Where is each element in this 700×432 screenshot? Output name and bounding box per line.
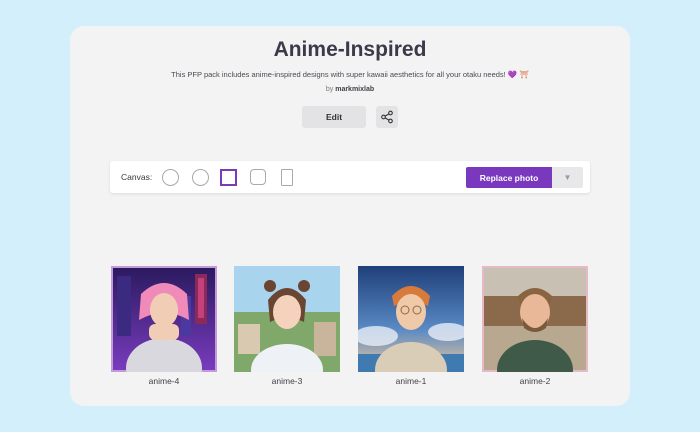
canvas-toolbar: Canvas: Replace photo ▼ [110,161,590,193]
gallery-item-anime-2[interactable]: anime-2 [482,266,588,386]
page-title: Anime-Inspired [273,38,427,61]
canvas-shape-portrait[interactable] [281,169,293,186]
replace-photo-button[interactable]: Replace photo [466,167,552,188]
gallery-label: anime-4 [148,376,180,386]
canvas-shape-rounded-square[interactable] [250,169,266,185]
byline-prefix: by [325,86,334,93]
gallery-label: anime-1 [395,376,427,386]
share-button[interactable] [376,106,398,128]
pack-description: This PFP pack includes anime-inspired de… [70,70,630,79]
gallery-label: anime-3 [271,376,303,386]
gallery-label: anime-2 [519,376,551,386]
purple-heart-emoji: 💜 [507,70,518,79]
canvas-shape-circle-alt[interactable] [192,169,209,186]
pack-card: Anime-Inspired This PFP pack includes an… [70,26,630,406]
torii-gate-emoji: ⛩ [519,70,529,79]
portrait-image-anime-4 [111,266,217,372]
chevron-down-icon: ▼ [563,173,572,182]
canvas-label: Canvas: [121,172,153,182]
gallery-item-anime-4[interactable]: anime-4 [111,266,217,386]
portrait-image-anime-3 [234,266,340,372]
canvas-shape-circle[interactable] [162,169,179,186]
byline: by markmixlab [70,86,630,93]
description-text: This PFP pack includes anime-inspired de… [171,70,506,79]
canvas-shape-square-selected[interactable] [220,169,237,186]
gallery-item-anime-1[interactable]: anime-1 [358,266,464,386]
edit-button[interactable]: Edit [302,106,366,128]
replace-options-dropdown[interactable]: ▼ [552,167,583,188]
share-icon [381,110,393,124]
gallery-item-anime-3[interactable]: anime-3 [234,266,340,386]
portrait-image-anime-2 [482,266,588,372]
author-link[interactable]: markmixlab [335,86,374,93]
portrait-image-anime-1 [358,266,464,372]
